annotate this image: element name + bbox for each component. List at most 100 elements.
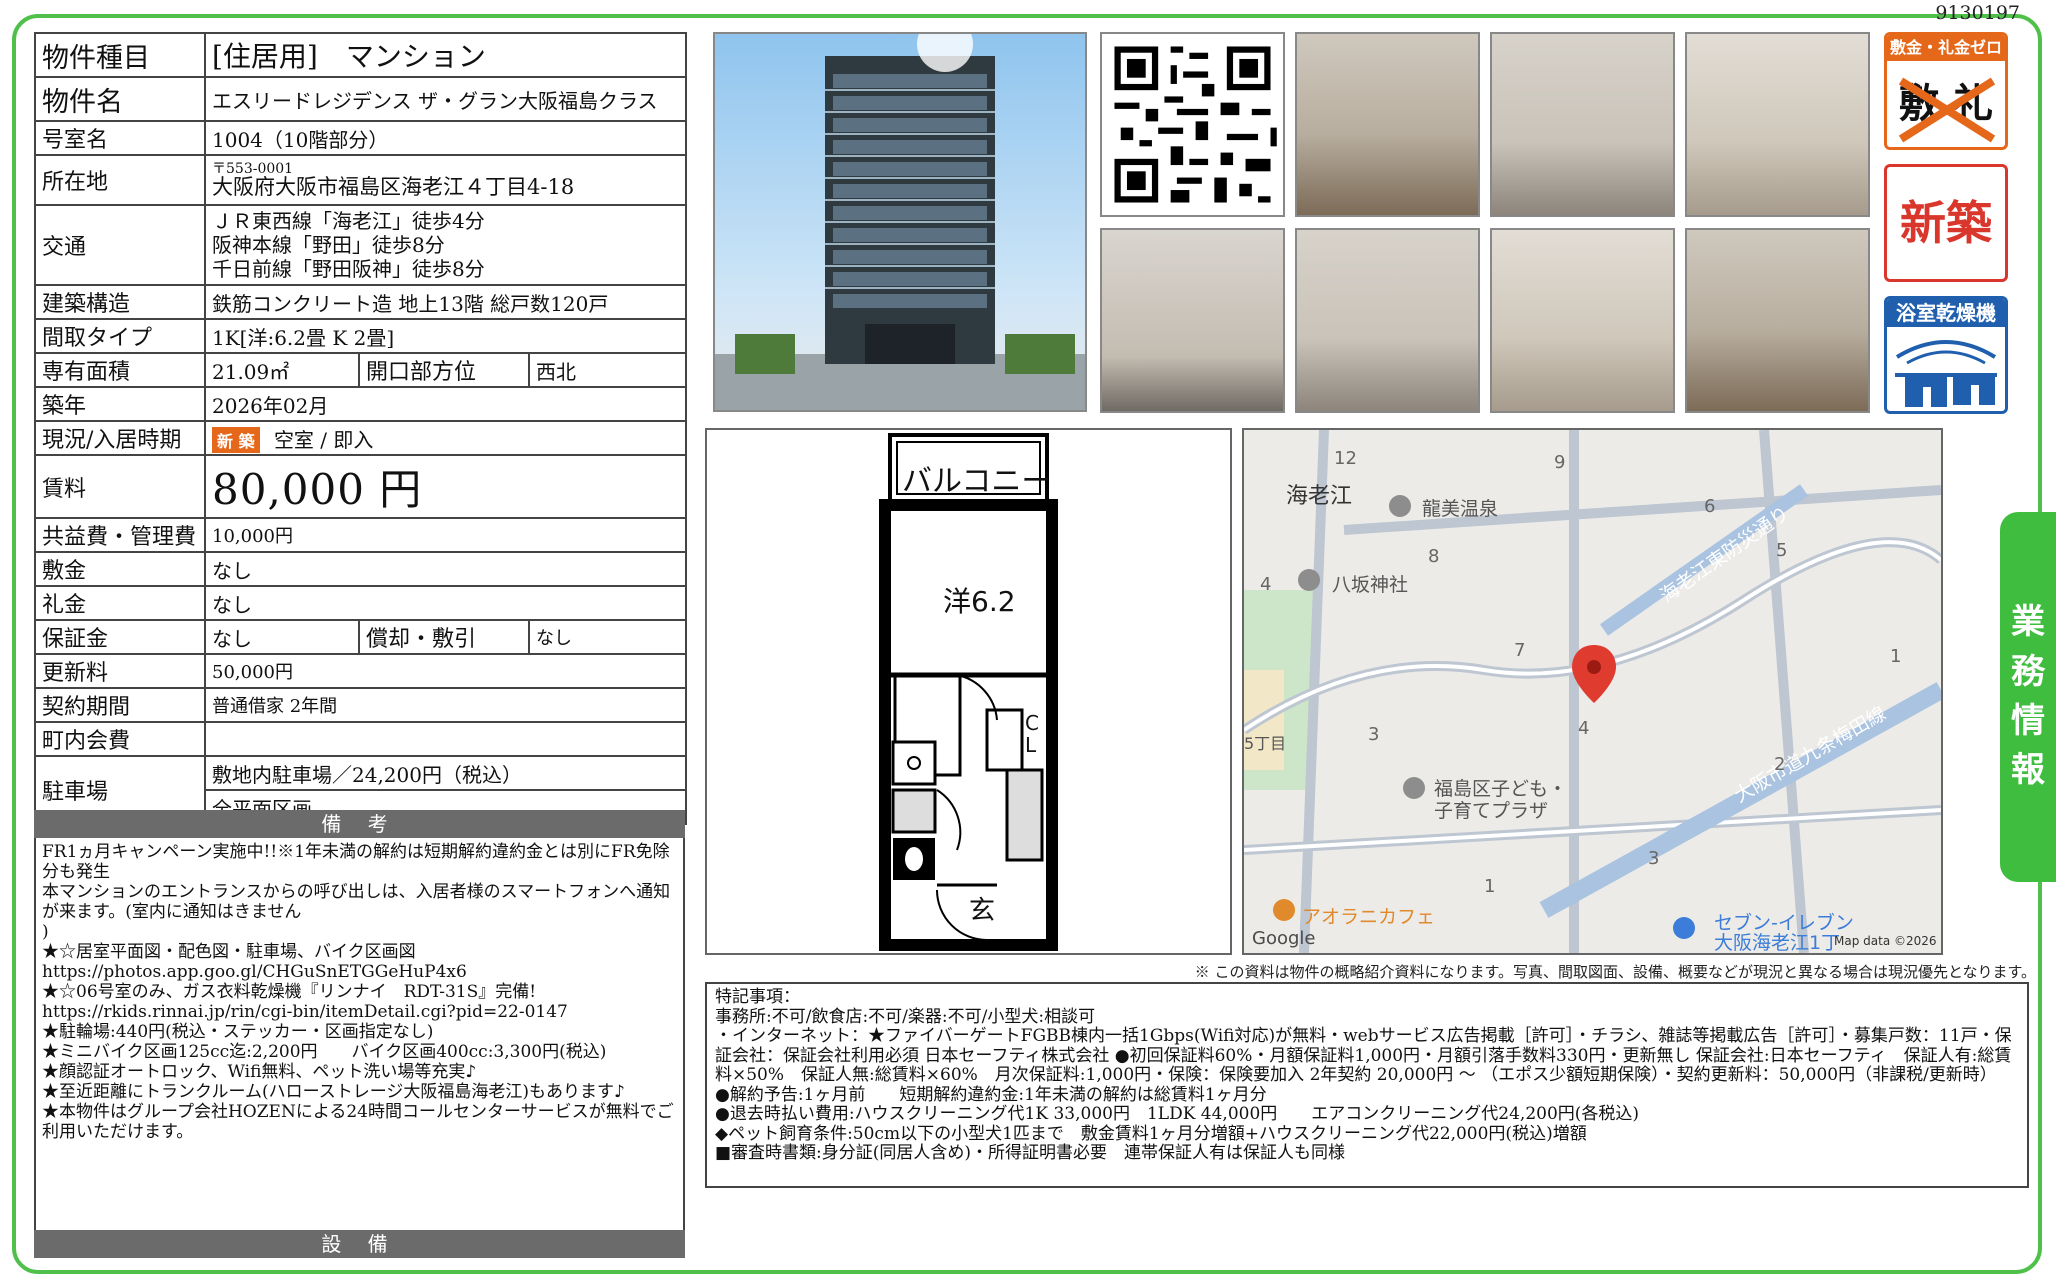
- qr-code[interactable]: [1100, 32, 1285, 217]
- map-block-number: 7: [1514, 640, 1526, 661]
- map-block-number: 3: [1648, 848, 1660, 869]
- closet-label: CL: [1025, 711, 1039, 757]
- remarks-line: FR1ヵ月キャンペーン実施中!!※1年未満の解約は短期解約違約金とは別にFR免除…: [42, 842, 670, 882]
- zero-deposit-title: 敷金・礼金ゼロ: [1887, 35, 2005, 61]
- address-value: 大阪府大阪市福島区海老江４丁目4-18: [212, 174, 575, 199]
- location-map[interactable]: 海老江 龍美温泉 八坂神社 海老江東防災通り 福島区子ども・ 子育てプラザ 大阪…: [1242, 428, 1943, 955]
- tab-char: 報: [2011, 750, 2045, 791]
- map-block-number: 1: [1484, 876, 1496, 897]
- map-block-number: 4: [1260, 574, 1272, 595]
- tab-char: 情: [2011, 701, 2045, 741]
- remarks-header: 備 考: [34, 810, 685, 838]
- special-line: 事務所:不可/飲食店:不可/楽器:不可/小型犬:相談可: [715, 1006, 1096, 1027]
- map-block-number: 8: [1428, 546, 1440, 567]
- address-zip: 〒553-0001: [212, 160, 294, 177]
- balcony-label: バルコニー: [902, 464, 1052, 499]
- tab-char: 務: [2011, 651, 2045, 692]
- qr-code-icon: [1102, 34, 1283, 215]
- map-block-number: 6: [1704, 496, 1716, 517]
- built-label: 築年: [34, 386, 206, 422]
- fee-value: 10,000円: [204, 517, 687, 553]
- equipment-header: 設 備: [34, 1230, 685, 1258]
- map-label: 5丁目: [1244, 734, 1287, 753]
- room-label: 洋6.2: [943, 585, 1016, 618]
- room-photo-basin[interactable]: [1295, 228, 1480, 413]
- deposit-value: なし: [204, 551, 687, 587]
- map-label: 海老江: [1286, 484, 1353, 509]
- remarks-line: ): [42, 922, 49, 942]
- deposit-label: 敷金: [34, 551, 206, 587]
- special-line: ■審査時書類:身分証(同居人含め)・所得証明書必要 連帯保証人有は保証人も同様: [715, 1143, 1346, 1163]
- special-line: ●退去時払い費用:ハウスクリーニング代1K 33,000円 1LDK 44,00…: [715, 1104, 1640, 1124]
- remarks-line: https://rkids.rinnai.jp/rin/cgi-bin/item…: [42, 1002, 568, 1022]
- map-block-number: 5: [1776, 540, 1788, 561]
- status-value: 空室 / 即入: [273, 427, 374, 452]
- building-photo[interactable]: [713, 32, 1087, 412]
- tab-char: 業: [2011, 602, 2045, 643]
- transport-line: 千日前線「野田阪神」徒歩8分: [212, 257, 485, 281]
- new-build-text: 新築: [1900, 196, 1992, 250]
- special-notes: 特記事項： 事務所:不可/飲食店:不可/楽器:不可/小型犬:相談可 ・インターネ…: [705, 982, 2029, 1188]
- transport-line: 阪神本線「野田」徒歩8分: [212, 233, 445, 257]
- map-label: 龍美温泉: [1422, 498, 1499, 520]
- remarks-line: https://photos.app.goo.gl/CHGuSnETGGeHuP…: [42, 962, 467, 982]
- remarks-line: ★駐輪場:440円(税込・ステッカー・区画指定なし): [42, 1022, 434, 1042]
- room-photo-mirror[interactable]: [1685, 228, 1870, 413]
- business-info-tab[interactable]: 業 務 情 報: [2000, 512, 2056, 882]
- map-block-number: 4: [1578, 718, 1590, 739]
- remarks-line: ★ミニバイク区画125cc迄:2,200円 バイク区画400cc:3,300円(…: [42, 1042, 607, 1062]
- special-line: ●解約予告:1ヶ月前 短期解約違約金:1年未満の解約は総賃料1ヶ月分: [715, 1084, 1267, 1105]
- amort-value: なし: [528, 619, 687, 655]
- map-block-number: 2: [1774, 754, 1786, 775]
- room-photo-kitchen[interactable]: [1685, 32, 1870, 217]
- fee-label: 共益費・管理費: [34, 517, 206, 553]
- special-line: 特記事項：: [715, 987, 800, 1007]
- type-value: [住居用] マンション: [204, 32, 687, 78]
- new-build-badge: 新 築: [212, 426, 260, 453]
- town-fee-label: 町内会費: [34, 721, 206, 757]
- keymoney-value: なし: [204, 585, 687, 621]
- parking-value: 敷地内駐車場／24,200円（税込）: [204, 755, 687, 791]
- map-block-number: 3: [1368, 724, 1380, 745]
- bath-dryer-icon: [1895, 340, 1997, 407]
- rent-value: 80,000 円: [204, 454, 687, 519]
- room-photo-washroom[interactable]: [1100, 228, 1285, 413]
- type-label: 物件種目: [34, 32, 206, 78]
- direction-value: 西北: [528, 352, 687, 388]
- name-label: 物件名: [34, 76, 206, 122]
- name-value: エスリードレジデンス ザ・グラン大阪福島クラス: [204, 76, 687, 122]
- cross-icon: [1898, 77, 1996, 143]
- transport-cell: ＪＲ東西線「海老江」徒歩4分 阪神本線「野田」徒歩8分 千日前線「野田阪神」徒歩…: [204, 204, 687, 286]
- town-fee-value: [204, 721, 687, 757]
- bath-dryer-badge: 浴室乾燥機: [1884, 296, 2008, 414]
- map-label: 八坂神社: [1332, 574, 1409, 596]
- building-illustration: [715, 34, 1085, 410]
- remarks-box: FR1ヵ月キャンペーン実施中!!※1年未満の解約は短期解約違約金とは別にFR免除…: [34, 838, 685, 1232]
- remarks-line: ★本物件はグループ会社HOZENによる24時間コールセンターサービスが無料でご利…: [42, 1102, 674, 1142]
- room-photo-bath[interactable]: [1490, 228, 1675, 413]
- disclaimer: ※ この資料は物件の概略紹介資料になります。写真、間取図面、設備、概要などが現況…: [1194, 963, 2036, 981]
- map-block-number: 12: [1334, 448, 1357, 469]
- area-label: 専有面積: [34, 352, 206, 388]
- status-label: 現況/入居時期: [34, 420, 206, 456]
- status-cell: 新 築 空室 / 即入: [204, 420, 687, 456]
- address-label: 所在地: [34, 154, 206, 206]
- guarantee-label: 保証金: [34, 619, 206, 655]
- structure-label: 建築構造: [34, 284, 206, 320]
- contract-label: 契約期間: [34, 687, 206, 723]
- keymoney-label: 礼金: [34, 585, 206, 621]
- floor-plan-drawing: [879, 433, 1058, 951]
- built-value: 2026年02月: [204, 386, 687, 422]
- room-photo-toilet[interactable]: [1490, 32, 1675, 217]
- bath-dryer-title: 浴室乾燥機: [1887, 299, 2005, 327]
- map-label: 子育てプラザ: [1434, 800, 1549, 822]
- room-photo-living[interactable]: [1295, 32, 1480, 217]
- transport-label: 交通: [34, 204, 206, 286]
- renewal-label: 更新料: [34, 653, 206, 689]
- structure-value: 鉄筋コンクリート造 地上13階 総戸数120戸: [204, 284, 687, 320]
- transport-line: ＪＲ東西線「海老江」徒歩4分: [212, 209, 485, 233]
- renewal-value: 50,000円: [204, 653, 687, 689]
- floor-plan[interactable]: バルコニー 洋6.2 CL 玄: [705, 428, 1232, 955]
- remarks-line: ★至近距離にトランクルーム(ハローストレージ大阪福島海老江)もあります♪: [42, 1082, 625, 1102]
- remarks-line: 本マンションのエントランスからの呼び出しは、入居者様のスマートフォンへ通知が来ま…: [42, 882, 671, 922]
